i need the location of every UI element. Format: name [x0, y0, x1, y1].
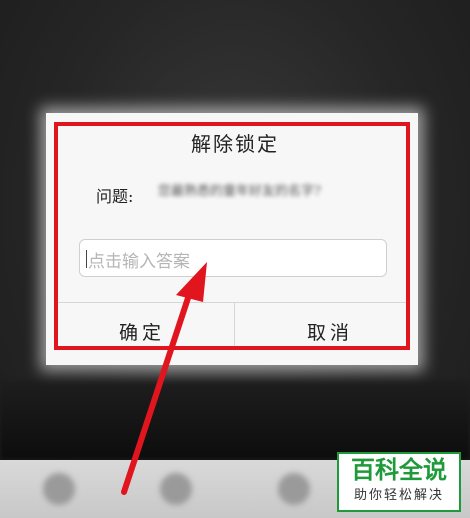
- blurred-content: [0, 380, 470, 460]
- answer-input[interactable]: 点击输入答案: [79, 239, 387, 277]
- question-label: 问题:: [96, 187, 134, 206]
- watermark-logo: 百科全说 助你轻松解决: [337, 452, 461, 512]
- dialog-title: 解除锁定: [191, 132, 279, 156]
- cancel-button[interactable]: 取消: [307, 318, 353, 345]
- watermark-brand: 百科全说: [351, 456, 447, 484]
- nav-icon-1: [42, 473, 75, 505]
- confirm-button[interactable]: 确定: [119, 318, 165, 345]
- nav-icon-3: [277, 473, 310, 505]
- button-divider: [56, 302, 408, 303]
- nav-icon-2: [160, 473, 193, 505]
- watermark-tagline: 助你轻松解决: [353, 488, 444, 503]
- question-text: 您最熟悉的童年好友的名字?: [158, 184, 321, 199]
- button-separator: [234, 303, 235, 348]
